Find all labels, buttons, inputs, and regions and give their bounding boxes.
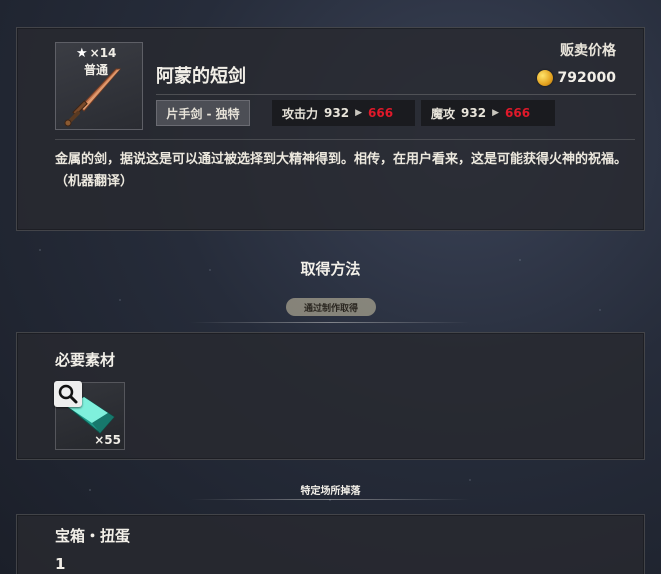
material-count: ×55: [94, 433, 121, 447]
item-name: 阿蒙的短剑: [156, 66, 246, 87]
rarity-count: ×14: [89, 46, 117, 60]
item-icon-frame[interactable]: ★ ×14 普通: [55, 42, 143, 130]
stat-label: 攻击力: [282, 106, 319, 121]
treasure-title: 宝箱・扭蛋: [55, 527, 131, 545]
stat-magic-attack: 魔攻 932 ▶ 666: [421, 100, 555, 126]
stat-new-value: 666: [368, 106, 394, 120]
sell-price-label: 贩卖价格: [560, 43, 616, 59]
sell-price: 792000: [536, 70, 616, 86]
section-divider: [190, 499, 470, 500]
sell-price-value: 792000: [557, 70, 616, 86]
stat-new-value: 666: [505, 106, 531, 120]
rarity-stars: ★ ×14: [76, 46, 116, 60]
acquisition-title: 取得方法: [300, 260, 361, 278]
divider: [55, 139, 635, 140]
item-detail-panel: ★ ×14 普通 阿蒙的短剑 贩卖价格 792000 片手剑 - 独特 攻击力 …: [16, 27, 645, 231]
required-materials-panel: 必要素材 ×55: [16, 332, 645, 460]
stat-attack: 攻击力 932 ▶ 666: [272, 100, 415, 126]
treasure-gacha-panel: 宝箱・扭蛋 1: [16, 514, 645, 574]
drop-location-title: 特定场所掉落: [300, 486, 361, 497]
item-description: 金属的剑，据说这是可以通过被选择到大精神得到。相传，在用户看来，这是可能获得火神…: [55, 152, 628, 189]
short-sword-icon: [64, 68, 122, 127]
treasure-count: 1: [55, 555, 66, 573]
magnifier-icon[interactable]: [54, 381, 82, 407]
arrow-right-icon: ▶: [355, 108, 362, 118]
stat-base-value: 932: [461, 106, 487, 120]
crafting-source-badge: 通过制作取得: [286, 298, 376, 316]
section-divider: [190, 322, 470, 323]
material-slot[interactable]: ×55: [54, 381, 125, 450]
gold-coin-icon: [536, 70, 553, 86]
arrow-right-icon: ▶: [492, 108, 499, 118]
stat-base-value: 932: [324, 106, 350, 120]
star-icon: ★: [76, 45, 88, 61]
stat-label: 魔攻: [431, 106, 456, 121]
materials-title: 必要素材: [55, 351, 116, 369]
weapon-type-tag: 片手剑 - 独特: [156, 100, 250, 126]
divider: [156, 94, 636, 95]
